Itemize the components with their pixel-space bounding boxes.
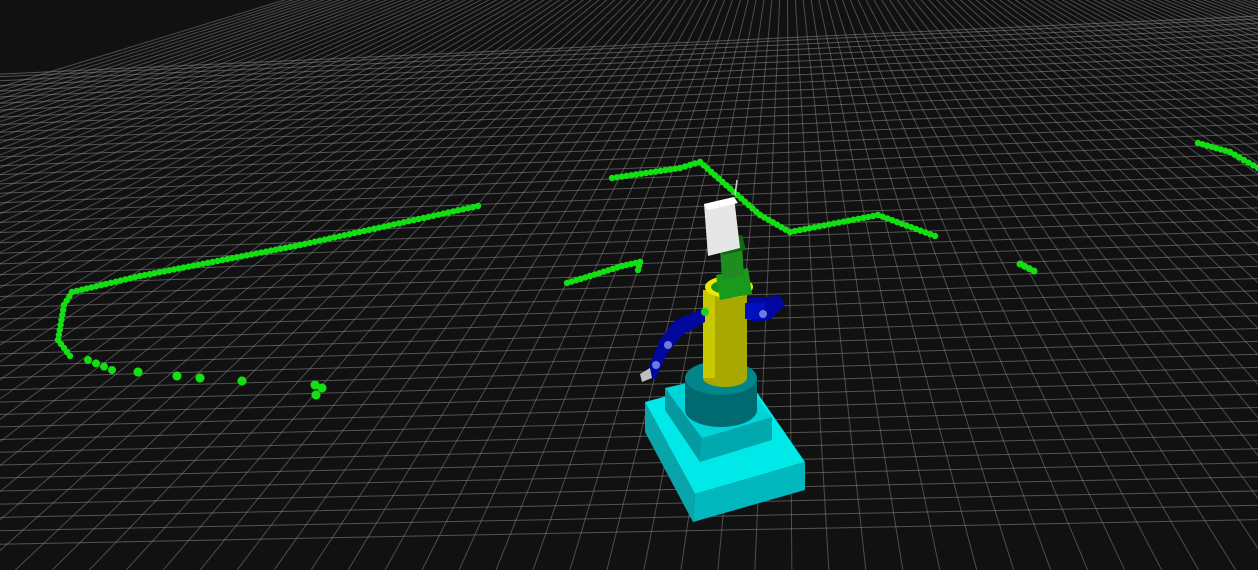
laser-point <box>92 359 100 368</box>
laser-point <box>931 232 939 240</box>
3d-viewport[interactable] <box>0 0 1258 570</box>
laser-point <box>100 362 108 371</box>
laser-point <box>172 371 182 381</box>
laser-point <box>634 266 642 274</box>
laser-point <box>84 356 92 364</box>
laser-point <box>1030 267 1038 275</box>
laser-point <box>108 366 116 374</box>
laser-point <box>237 376 247 386</box>
laser-point <box>66 352 74 360</box>
laser-point <box>317 383 327 393</box>
scene-canvas[interactable] <box>0 0 1258 570</box>
laser-point <box>195 373 205 383</box>
laser-point <box>133 367 143 377</box>
laser-point <box>311 390 321 400</box>
